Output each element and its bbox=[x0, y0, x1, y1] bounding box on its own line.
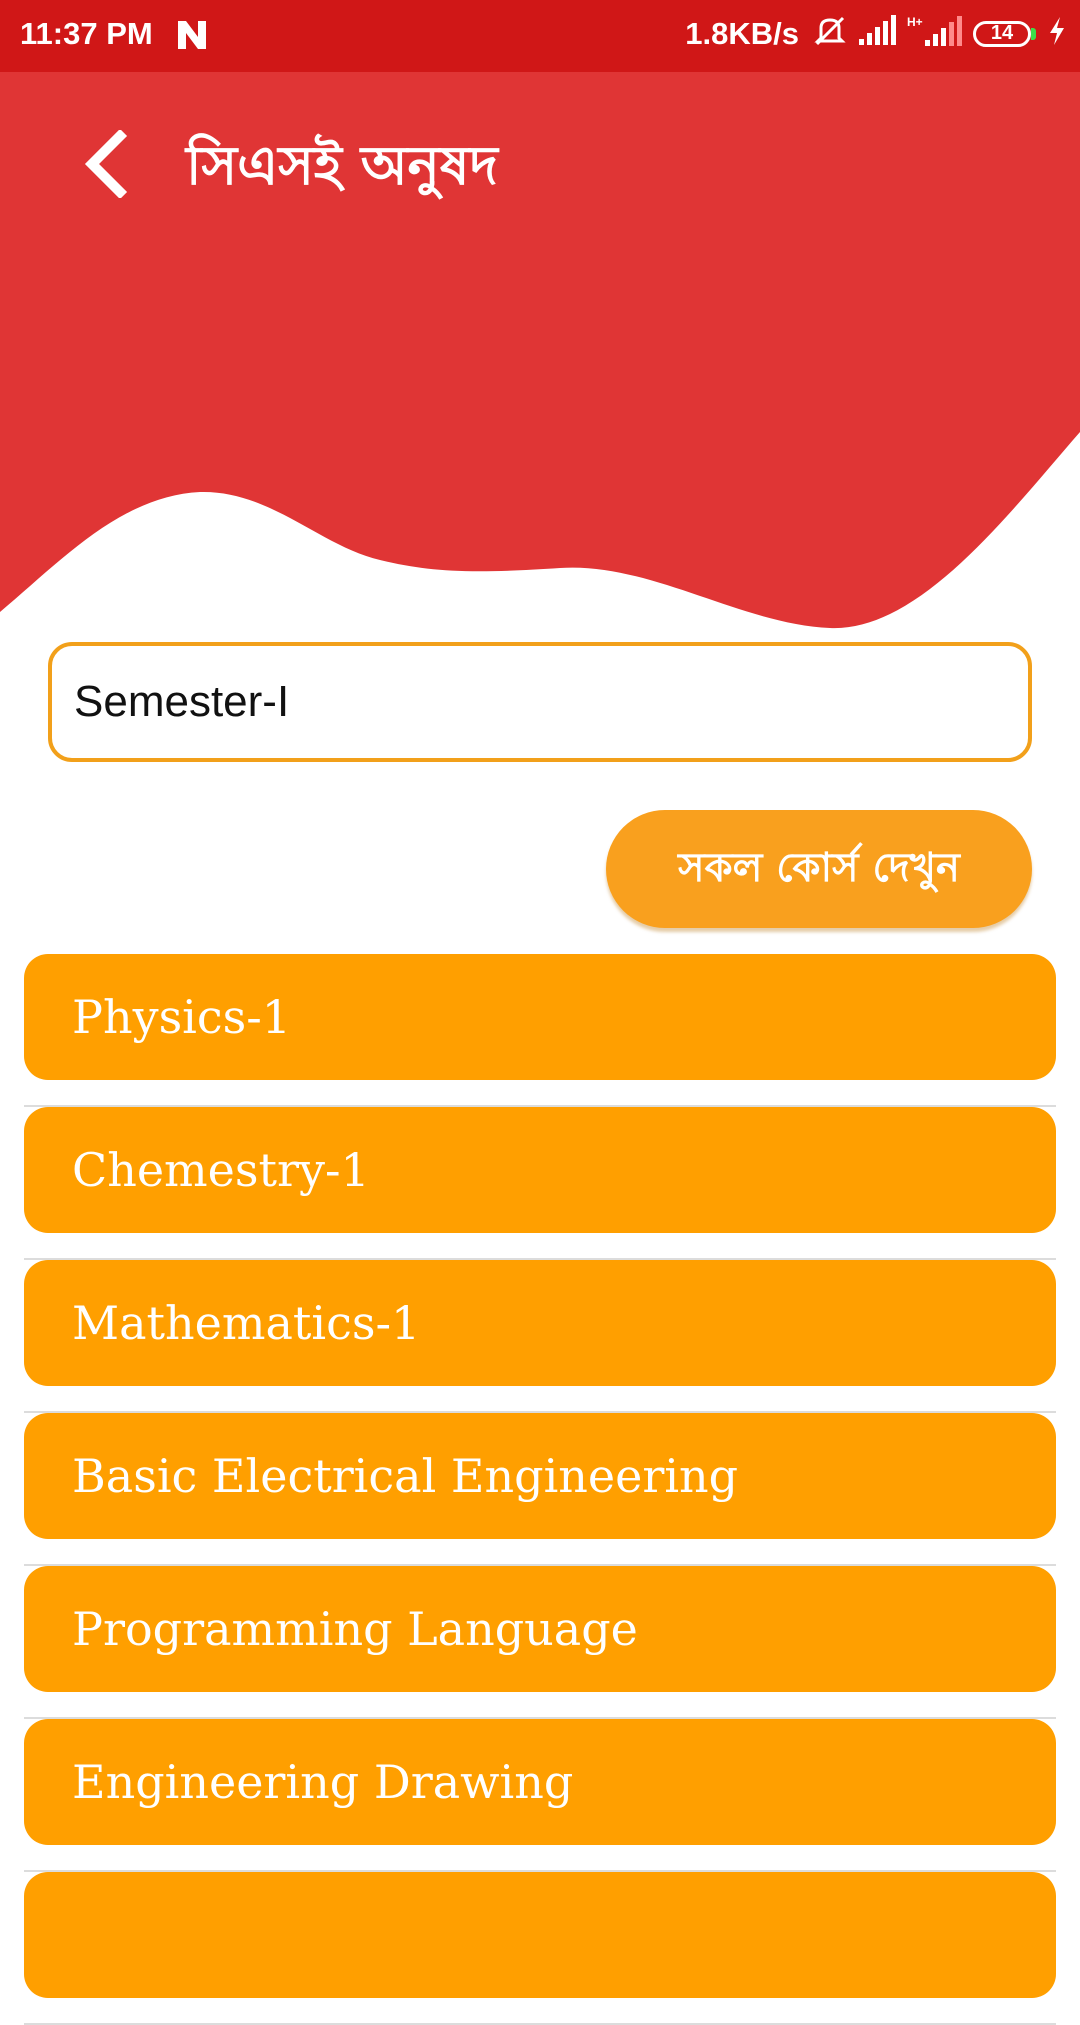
semester-select[interactable]: Semester-I bbox=[48, 642, 1032, 762]
course-label: Engineering Drawing bbox=[72, 1755, 574, 1809]
view-all-courses-label: সকল কোর্স দেখুন bbox=[678, 844, 960, 891]
status-icons: 1.8KB/s H+ 14 bbox=[685, 14, 1068, 53]
charging-icon bbox=[1046, 15, 1068, 52]
course-item-basic-electrical-engineering[interactable]: Basic Electrical Engineering bbox=[24, 1413, 1056, 1566]
back-button[interactable] bbox=[70, 124, 140, 204]
page-title: সিএসই অনুষদ bbox=[186, 134, 498, 197]
course-item-engineering-drawing[interactable]: Engineering Drawing bbox=[24, 1719, 1056, 1872]
battery-icon: 14 bbox=[973, 20, 1031, 47]
status-time: 11:37 PM bbox=[20, 16, 153, 51]
course-label: Chemestry-1 bbox=[72, 1143, 370, 1197]
view-all-courses-button[interactable]: সকল কোর্স দেখুন bbox=[606, 810, 1032, 928]
semester-value: Semester-I bbox=[74, 677, 290, 726]
course-label: Programming Language bbox=[72, 1602, 638, 1656]
header-wave-background bbox=[0, 72, 1080, 629]
course-list: Physics-1 Chemestry-1 Mathematics-1 Basi… bbox=[24, 954, 1056, 2025]
course-label: Mathematics-1 bbox=[72, 1296, 421, 1350]
course-label: Physics-1 bbox=[72, 990, 292, 1044]
n-notification-icon bbox=[174, 17, 210, 58]
battery-tip bbox=[1031, 27, 1036, 40]
back-arrow-icon bbox=[84, 130, 128, 198]
net-speed: 1.8KB/s bbox=[685, 15, 799, 51]
course-item-programming-language[interactable]: Programming Language bbox=[24, 1566, 1056, 1719]
battery-level: 14 bbox=[990, 22, 1014, 44]
course-item-physics-1[interactable]: Physics-1 bbox=[24, 954, 1056, 1107]
signal-hplus-icon: H+ bbox=[907, 14, 963, 53]
header: সিএসই অনুষদ bbox=[0, 72, 1080, 632]
course-item-mathematics-1[interactable]: Mathematics-1 bbox=[24, 1260, 1056, 1413]
course-item-chemestry-1[interactable]: Chemestry-1 bbox=[24, 1107, 1056, 1260]
signal-icon bbox=[857, 15, 897, 52]
svg-text:H+: H+ bbox=[907, 15, 923, 29]
status-bar: 11:37 PM 1.8KB/s H+ 14 bbox=[0, 0, 1080, 72]
course-item-partial[interactable] bbox=[24, 1872, 1056, 2025]
mute-icon bbox=[813, 14, 847, 53]
course-label: Basic Electrical Engineering bbox=[72, 1449, 739, 1503]
